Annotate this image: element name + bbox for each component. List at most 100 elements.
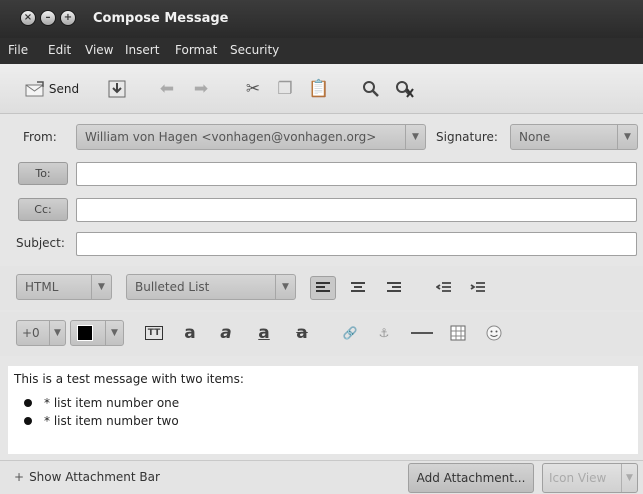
font-size-select[interactable]: +0 ▼ — [16, 320, 66, 346]
attachment-view-value: Icon View — [549, 471, 607, 485]
menu-file[interactable]: File — [8, 43, 28, 57]
bold-icon: a — [184, 323, 196, 343]
find-button[interactable] — [358, 77, 384, 101]
send-label: Send — [48, 82, 80, 96]
strikethrough-button[interactable]: a — [290, 322, 314, 344]
to-button[interactable]: To: — [18, 162, 68, 185]
font-size-value: +0 — [22, 326, 40, 340]
table-icon — [450, 325, 466, 341]
compose-window: × – + Compose Message File Edit View Ins… — [0, 0, 643, 494]
smiley-icon — [486, 325, 502, 341]
title-bar: × – + Compose Message — [0, 0, 643, 38]
align-center-button[interactable] — [346, 277, 370, 299]
send-button[interactable]: Send — [20, 77, 84, 101]
insert-anchor-icon: ⚓ — [378, 326, 390, 340]
text-color-select[interactable]: ▼ — [70, 320, 124, 346]
cut-button[interactable]: ✂ — [240, 77, 266, 101]
find-icon — [363, 81, 379, 97]
menu-format[interactable]: Format — [175, 43, 217, 57]
horizontal-rule-icon — [411, 332, 433, 334]
menu-security[interactable]: Security — [230, 43, 279, 57]
to-input[interactable] — [76, 162, 637, 186]
chevron-down-icon: ▼ — [621, 464, 637, 492]
undo-icon: ⬅ — [159, 79, 175, 99]
save-icon — [108, 80, 126, 98]
insert-table-button[interactable] — [446, 322, 470, 344]
strikethrough-icon: a — [296, 323, 308, 343]
list-item: * list item number one — [24, 396, 179, 410]
format-mode-value: HTML — [25, 280, 59, 294]
text-style-toolbar: +0 ▼ ▼ TT a a a a 🔗 ⚓ — [0, 312, 643, 356]
redo-button[interactable]: ➡ — [188, 77, 214, 101]
indent-icon — [470, 282, 485, 292]
underline-icon: a — [258, 323, 270, 343]
cc-button[interactable]: Cc: — [18, 198, 68, 221]
menu-bar: File Edit View Insert Format Security — [0, 38, 643, 64]
close-icon[interactable]: × — [20, 10, 36, 26]
teletype-icon: TT — [144, 326, 164, 340]
paragraph-style-value: Bulleted List — [135, 280, 210, 294]
list-item-text: * list item number two — [44, 414, 179, 428]
chevron-down-icon: ▼ — [105, 321, 123, 345]
chevron-down-icon: ▼ — [49, 321, 65, 345]
insert-anchor-button[interactable]: ⚓ — [372, 322, 396, 344]
attachment-view-select[interactable]: Icon View ▼ — [542, 463, 638, 493]
italic-icon: a — [220, 323, 232, 343]
chevron-down-icon: ▼ — [405, 125, 425, 149]
copy-icon: ❐ — [277, 79, 293, 99]
format-toolbar: HTML ▼ Bulleted List ▼ — [0, 266, 643, 310]
bullet-icon — [24, 417, 32, 425]
paste-button[interactable]: 📋 — [306, 77, 332, 101]
undo-button[interactable]: ⬅ — [154, 77, 180, 101]
signature-select[interactable]: None ▼ — [510, 124, 638, 150]
align-left-button[interactable] — [310, 276, 336, 300]
minimize-icon[interactable]: – — [40, 10, 56, 26]
menu-edit[interactable]: Edit — [48, 43, 71, 57]
insert-link-icon: 🔗 — [342, 326, 358, 340]
show-attachment-bar-label: Show Attachment Bar — [29, 470, 160, 484]
chevron-down-icon: ▼ — [617, 125, 637, 149]
horizontal-rule-button[interactable] — [408, 322, 436, 344]
signature-label: Signature: — [436, 130, 498, 144]
list-item: * list item number two — [24, 414, 179, 428]
signature-value: None — [519, 130, 551, 144]
outdent-button[interactable] — [432, 277, 456, 299]
spellcheck-icon — [396, 81, 414, 98]
bold-button[interactable]: a — [178, 322, 202, 344]
from-value: William von Hagen <vonhagen@vonhagen.org… — [85, 130, 377, 144]
align-right-icon — [387, 282, 401, 292]
menu-view[interactable]: View — [85, 43, 113, 57]
window-title: Compose Message — [93, 11, 229, 26]
redo-icon: ➡ — [193, 79, 209, 99]
italic-button[interactable]: a — [214, 322, 238, 344]
list-item-text: * list item number one — [44, 396, 180, 410]
color-swatch — [77, 325, 93, 341]
copy-button[interactable]: ❐ — [272, 77, 298, 101]
subject-input[interactable] — [76, 232, 637, 256]
insert-smiley-button[interactable] — [482, 322, 506, 344]
insert-link-button[interactable]: 🔗 — [338, 322, 362, 344]
format-mode-select[interactable]: HTML ▼ — [16, 274, 112, 300]
add-attachment-button[interactable]: Add Attachment... — [408, 463, 534, 493]
send-icon — [25, 81, 44, 97]
cc-input[interactable] — [76, 198, 637, 222]
bullet-icon — [24, 399, 32, 407]
teletype-button[interactable]: TT — [142, 322, 166, 344]
show-attachment-bar-toggle[interactable]: + Show Attachment Bar — [14, 470, 160, 484]
align-right-button[interactable] — [382, 277, 406, 299]
paragraph-style-select[interactable]: Bulleted List ▼ — [126, 274, 296, 300]
chevron-down-icon: ▼ — [91, 275, 111, 299]
menu-insert[interactable]: Insert — [125, 43, 159, 57]
from-select[interactable]: William von Hagen <vonhagen@vonhagen.org… — [76, 124, 426, 150]
from-label: From: — [23, 130, 57, 144]
paste-icon: 📋 — [308, 79, 330, 99]
save-button[interactable] — [104, 77, 130, 101]
spellcheck-button[interactable] — [392, 77, 418, 101]
expand-icon: + — [14, 470, 25, 484]
maximize-icon[interactable]: + — [60, 10, 76, 26]
toolbar: Send ⬅ ➡ ✂ ❐ 📋 — [0, 64, 643, 114]
indent-button[interactable] — [466, 277, 490, 299]
align-left-icon — [316, 282, 330, 292]
outdent-icon — [436, 282, 451, 292]
underline-button[interactable]: a — [252, 322, 276, 344]
